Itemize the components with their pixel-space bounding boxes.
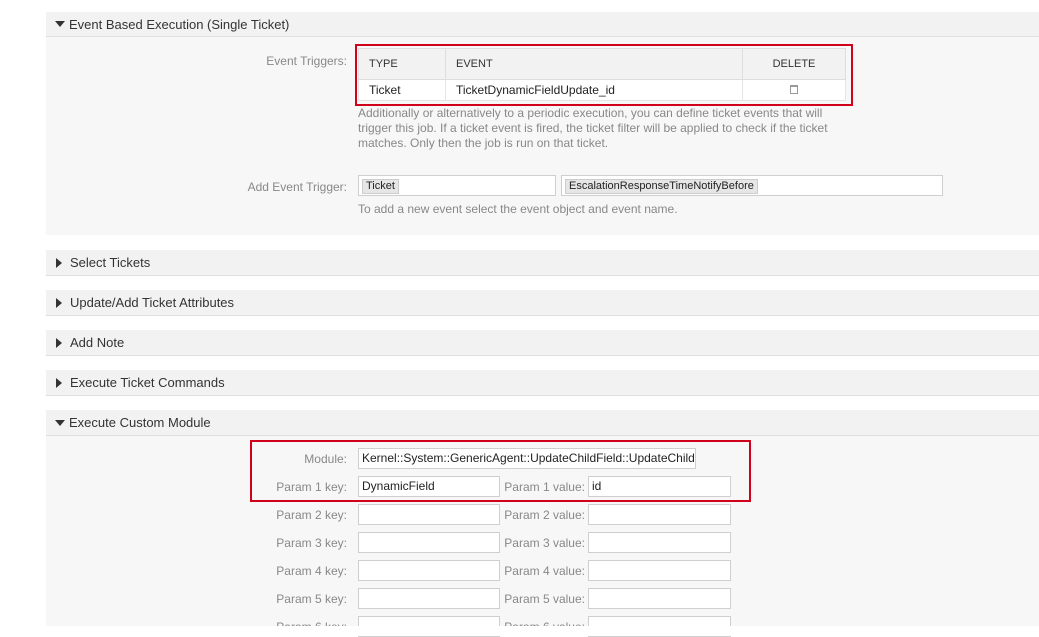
event-object-value: Ticket — [362, 179, 399, 194]
custom-module-widget: Execute Custom Module Module: Kernel::Sy… — [46, 410, 1039, 637]
event-name-select[interactable]: EscalationResponseTimeNotifyBefore — [561, 175, 943, 196]
add-event-trigger-label: Add Event Trigger: — [247, 180, 347, 194]
param-3-value-label: Param 3 value: — [504, 536, 585, 550]
module-input[interactable]: Kernel::System::GenericAgent::UpdateChil… — [358, 448, 696, 469]
param-1-key-label: Param 1 key: — [276, 480, 347, 494]
param-4-value-input[interactable] — [588, 560, 731, 581]
event-triggers-label: Event Triggers: — [266, 54, 347, 68]
section-select-tickets[interactable]: Select Tickets — [46, 250, 1039, 276]
expanded-arrow-icon — [55, 419, 65, 426]
event-triggers-hint: Additionally or alternatively to a perio… — [358, 106, 828, 150]
param-3-value-input[interactable] — [588, 532, 731, 553]
update-attributes-widget: Update/Add Ticket Attributes — [46, 290, 1039, 316]
param-5-value-input[interactable] — [588, 588, 731, 609]
collapsed-arrow-icon — [56, 257, 62, 268]
param-1-key-input[interactable]: DynamicField — [358, 476, 500, 497]
param-5-value-label: Param 5 value: — [504, 592, 585, 606]
param-5-key-input[interactable] — [358, 588, 500, 609]
add-note-widget: Add Note — [46, 330, 1039, 356]
viewport-bottom-edge — [0, 626, 1039, 636]
collapsed-arrow-icon — [56, 337, 62, 348]
param-4-key-input[interactable] — [358, 560, 500, 581]
section-title: Update/Add Ticket Attributes — [70, 295, 235, 310]
param-4-value-label: Param 4 value: — [504, 564, 585, 578]
section-title: Select Tickets — [70, 255, 151, 270]
section-execute-ticket-commands[interactable]: Execute Ticket Commands — [46, 370, 1039, 396]
custom-module-body: Module: Kernel::System::GenericAgent::Up… — [46, 436, 1039, 637]
param-1-value-label: Param 1 value: — [504, 480, 585, 494]
event-object-select[interactable]: Ticket — [358, 175, 556, 196]
param-2-key-input[interactable] — [358, 504, 500, 525]
module-label: Module: — [304, 452, 347, 466]
event-execution-body: Event Triggers: TYPE EVENT DELETE Ticket… — [46, 37, 1039, 235]
event-name-value: EscalationResponseTimeNotifyBefore — [565, 179, 758, 194]
param-4-key-label: Param 4 key: — [276, 564, 347, 578]
collapsed-arrow-icon — [56, 297, 62, 308]
add-event-hint: To add a new event select the event obje… — [358, 202, 678, 216]
section-add-note[interactable]: Add Note — [46, 330, 1039, 356]
section-update-ticket-attributes[interactable]: Update/Add Ticket Attributes — [46, 290, 1039, 316]
section-title: Execute Ticket Commands — [70, 375, 225, 390]
param-3-key-label: Param 3 key: — [276, 536, 347, 550]
param-3-key-input[interactable] — [358, 532, 500, 553]
highlight-box-triggers — [355, 44, 853, 106]
custom-module-header[interactable]: Execute Custom Module — [46, 410, 1039, 436]
event-execution-widget: Event Based Execution (Single Ticket) Ev… — [46, 12, 1039, 235]
param-1-value-input[interactable]: id — [588, 476, 731, 497]
select-tickets-widget: Select Tickets — [46, 250, 1039, 276]
event-execution-title: Event Based Execution (Single Ticket) — [69, 16, 290, 32]
custom-module-title: Execute Custom Module — [69, 415, 211, 430]
param-5-key-label: Param 5 key: — [276, 592, 347, 606]
ticket-commands-widget: Execute Ticket Commands — [46, 370, 1039, 396]
param-2-key-label: Param 2 key: — [276, 508, 347, 522]
param-2-value-label: Param 2 value: — [504, 508, 585, 522]
event-execution-header[interactable]: Event Based Execution (Single Ticket) — [46, 12, 1039, 37]
section-title: Add Note — [70, 335, 125, 350]
collapsed-arrow-icon — [56, 377, 62, 388]
param-2-value-input[interactable] — [588, 504, 731, 525]
expanded-arrow-icon — [55, 21, 65, 27]
